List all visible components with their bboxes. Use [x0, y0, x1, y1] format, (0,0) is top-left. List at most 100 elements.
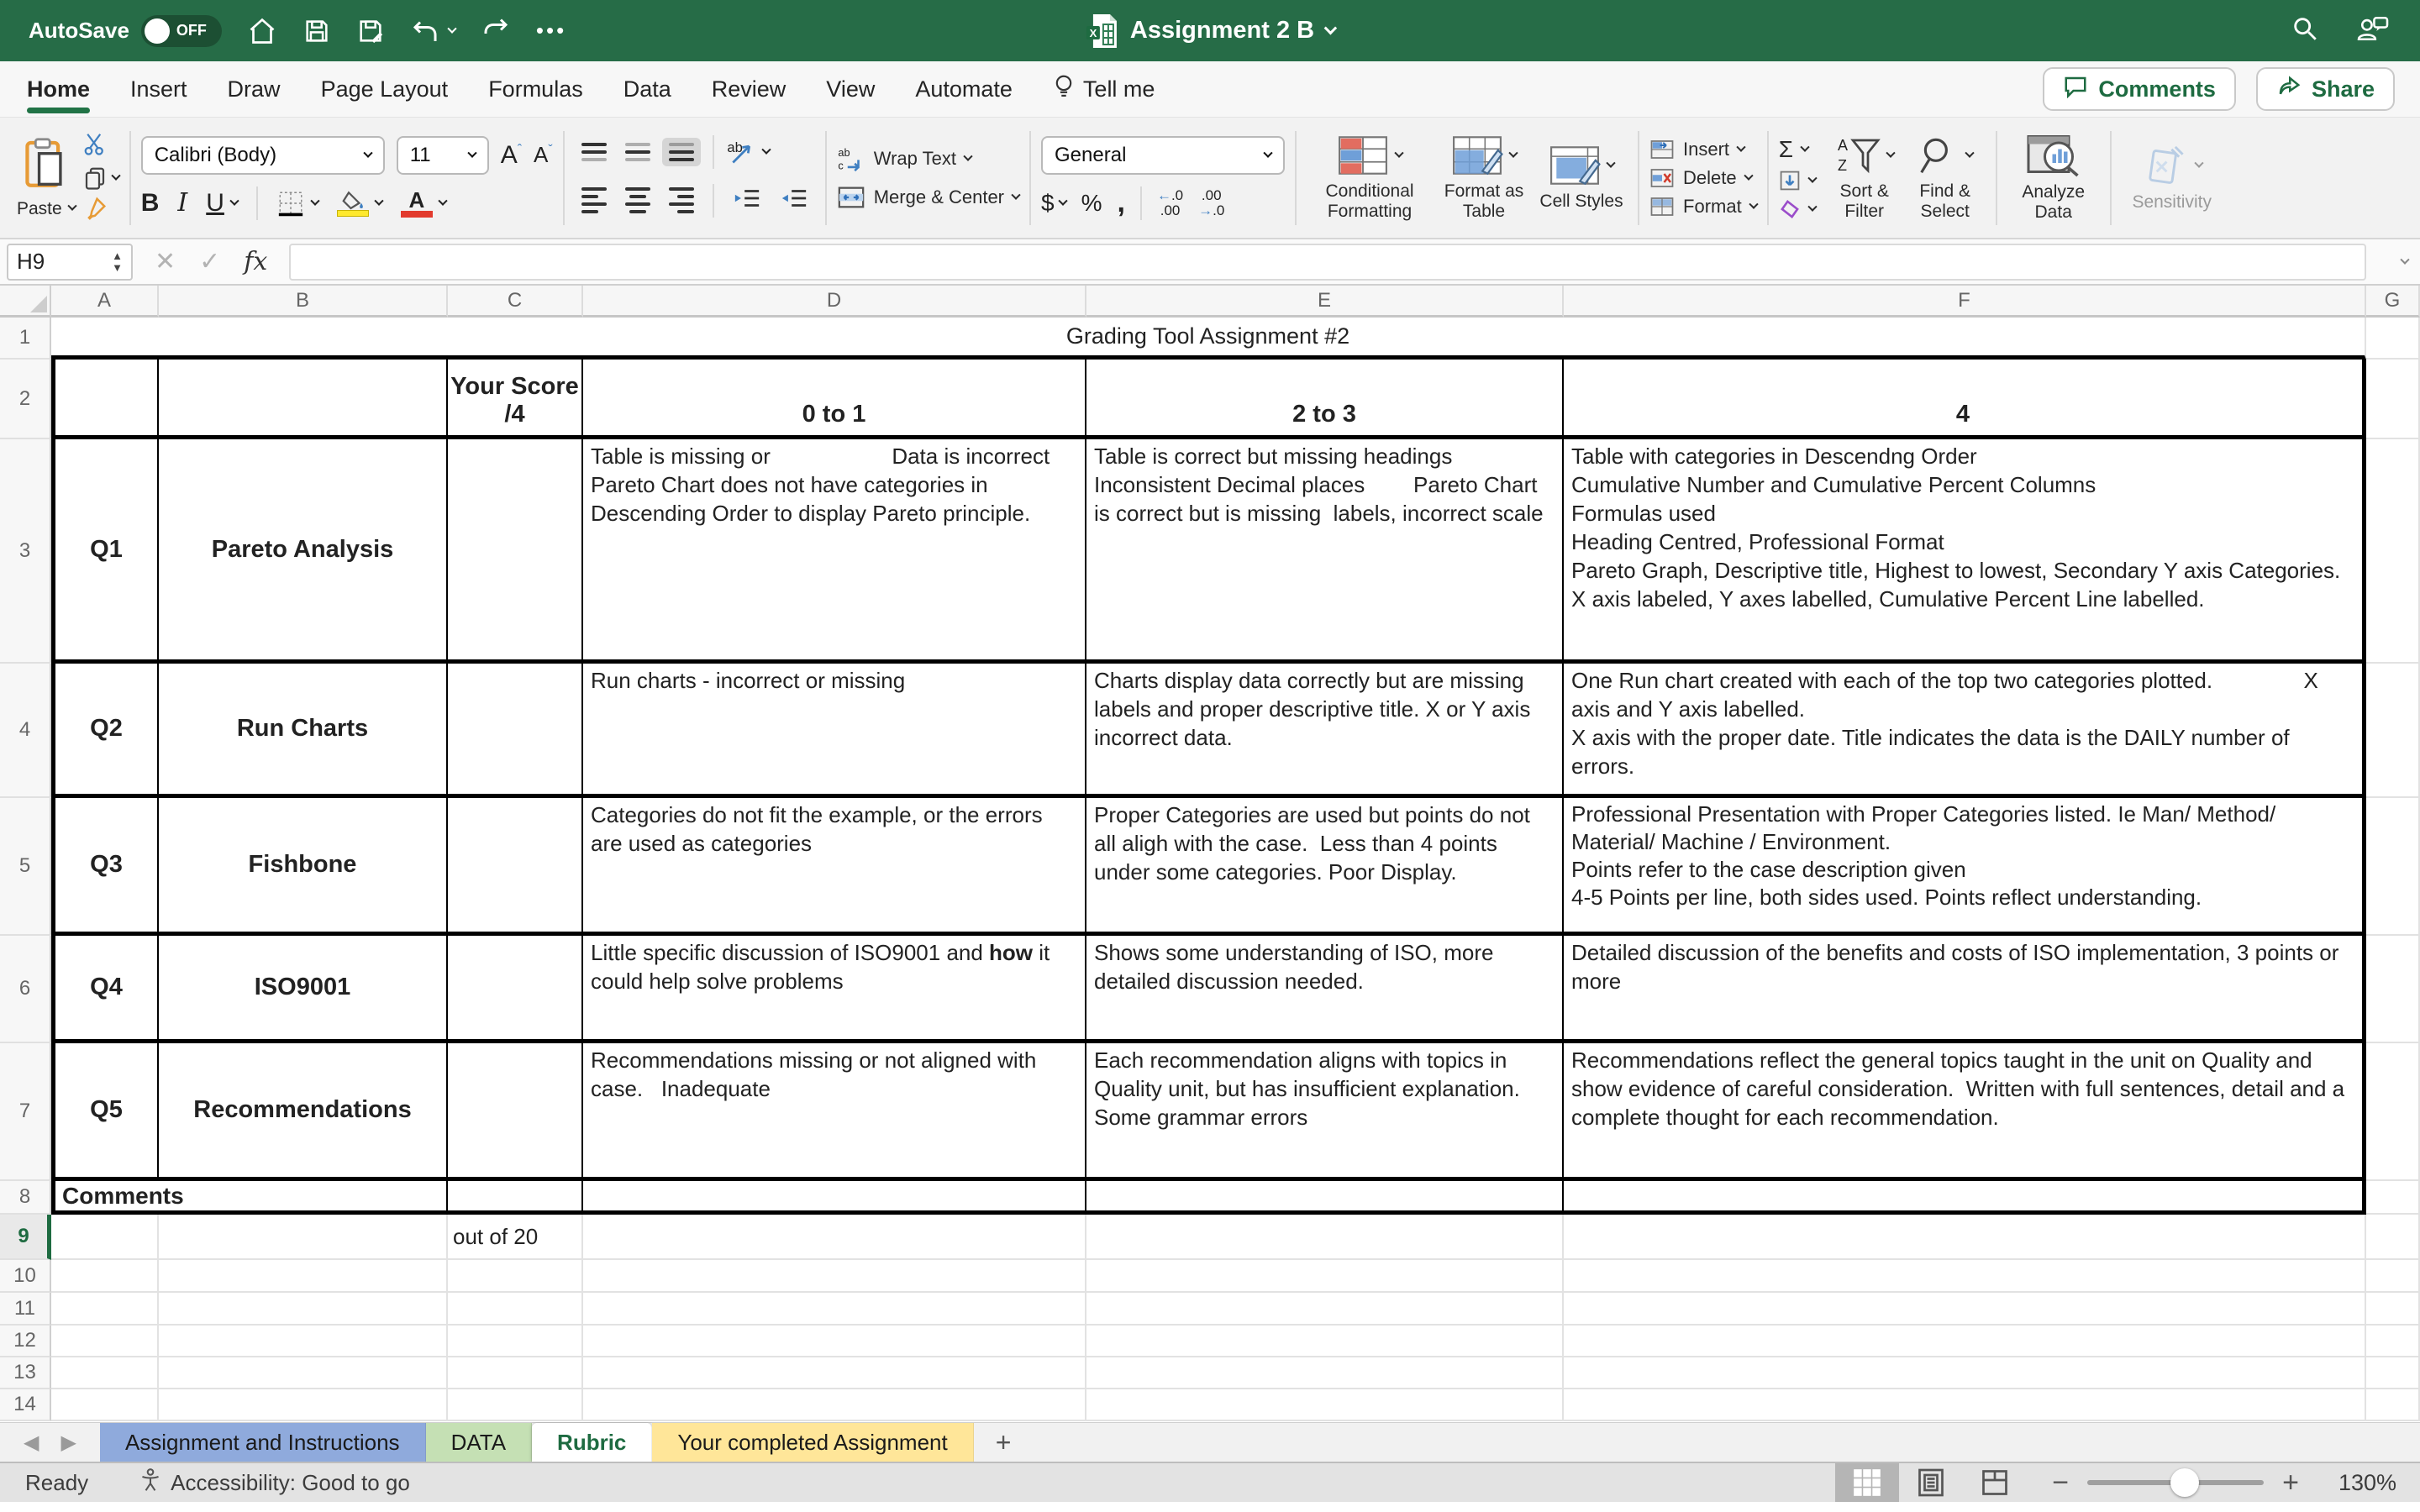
- question-cell[interactable]: Q5: [51, 1043, 159, 1181]
- autosave-toggle[interactable]: OFF: [141, 15, 222, 47]
- question-cell[interactable]: Q4: [51, 936, 159, 1043]
- sheet-tab-assignment-and-instructions[interactable]: Assignment and Instructions: [100, 1423, 426, 1462]
- more-commands-icon[interactable]: •••: [536, 18, 566, 44]
- criterion-name-cell[interactable]: Run Charts: [159, 664, 448, 798]
- row-header-active[interactable]: 9: [0, 1215, 51, 1260]
- empty-cell[interactable]: [159, 1215, 448, 1260]
- out-of-cell[interactable]: out of 20: [448, 1215, 583, 1260]
- empty-cell[interactable]: [583, 1181, 1086, 1215]
- select-all-corner[interactable]: [0, 286, 51, 318]
- col-header-g[interactable]: G: [2366, 286, 2420, 318]
- comments-button[interactable]: Comments: [2043, 67, 2236, 111]
- empty-cell[interactable]: [159, 1260, 448, 1293]
- empty-cell[interactable]: [1564, 1357, 2366, 1389]
- empty-cell[interactable]: [583, 1260, 1086, 1293]
- document-title[interactable]: Assignment 2 B: [1130, 17, 1314, 45]
- empty-cell[interactable]: [448, 1326, 583, 1357]
- rubric-text-cell[interactable]: Recommendations reflect the general topi…: [1564, 1043, 2366, 1181]
- empty-cell[interactable]: [1086, 1326, 1564, 1357]
- fill-button[interactable]: [1779, 170, 1816, 192]
- share-presence-icon[interactable]: [2356, 14, 2390, 47]
- band-header-cell[interactable]: 2 to 3: [1086, 360, 1564, 439]
- empty-cell[interactable]: [1086, 1293, 1564, 1326]
- zoom-slider-knob[interactable]: [2170, 1468, 2199, 1497]
- tab-view[interactable]: View: [826, 61, 875, 117]
- rubric-text-cell[interactable]: Little specific discussion of ISO9001 an…: [583, 936, 1086, 1043]
- question-cell[interactable]: Q2: [51, 664, 159, 798]
- row-header[interactable]: 6: [0, 936, 51, 1043]
- empty-cell[interactable]: [448, 1389, 583, 1421]
- sheet-tab-your-completed-assignment[interactable]: Your completed Assignment: [652, 1423, 973, 1462]
- empty-cell[interactable]: [2366, 1389, 2420, 1421]
- cell-styles-button[interactable]: Cell Styles: [1535, 144, 1628, 212]
- formula-bar-collapse-icon[interactable]: [2400, 255, 2409, 264]
- align-middle-button[interactable]: [618, 138, 657, 166]
- empty-cell[interactable]: [448, 1357, 583, 1389]
- format-as-table-button[interactable]: Format as Table: [1433, 134, 1535, 221]
- sort-filter-button[interactable]: AZ Sort & Filter: [1824, 134, 1905, 221]
- underline-button[interactable]: U: [206, 189, 238, 218]
- empty-cell[interactable]: [1086, 1389, 1564, 1421]
- tab-draw[interactable]: Draw: [228, 61, 281, 117]
- decrease-decimal-button[interactable]: .00→.0: [1198, 188, 1224, 218]
- align-center-button[interactable]: [618, 182, 657, 218]
- empty-cell[interactable]: [1564, 1293, 2366, 1326]
- name-box[interactable]: H9 ▲▼: [7, 244, 133, 281]
- row-header[interactable]: 1: [0, 318, 51, 360]
- row-header[interactable]: 13: [0, 1357, 51, 1389]
- normal-view-button[interactable]: [1835, 1463, 1899, 1502]
- rubric-text-cell[interactable]: Shows some understanding of ISO, more de…: [1086, 936, 1564, 1043]
- percent-button[interactable]: %: [1081, 190, 1102, 217]
- home-icon[interactable]: [247, 16, 277, 46]
- italic-button[interactable]: I: [177, 188, 187, 218]
- empty-cell[interactable]: [2366, 1326, 2420, 1357]
- row-header[interactable]: 11: [0, 1293, 51, 1326]
- empty-cell[interactable]: [448, 1260, 583, 1293]
- empty-cell[interactable]: [51, 1326, 159, 1357]
- col-header-f[interactable]: F: [1564, 286, 2366, 318]
- criterion-name-cell[interactable]: Recommendations: [159, 1043, 448, 1181]
- insert-cells-button[interactable]: Insert: [1649, 139, 1757, 160]
- font-color-button[interactable]: A: [401, 189, 446, 218]
- score-cell[interactable]: [448, 1043, 583, 1181]
- empty-cell[interactable]: [583, 1389, 1086, 1421]
- band-header-cell[interactable]: 4: [1564, 360, 2366, 439]
- number-format-select[interactable]: General: [1041, 136, 1285, 175]
- empty-cell[interactable]: [2366, 664, 2420, 798]
- criterion-name-cell[interactable]: Fishbone: [159, 798, 448, 936]
- empty-cell[interactable]: [2366, 798, 2420, 936]
- comma-style-button[interactable]: ,: [1118, 186, 1125, 219]
- rubric-text-cell[interactable]: Table is missing or Data is incorrect Pa…: [583, 439, 1086, 664]
- score-cell[interactable]: [448, 439, 583, 664]
- score-header-cell[interactable]: Your Score /4: [448, 360, 583, 439]
- tab-data[interactable]: Data: [623, 61, 671, 117]
- empty-cell[interactable]: [1564, 1260, 2366, 1293]
- col-header-d[interactable]: D: [583, 286, 1086, 318]
- undo-icon[interactable]: [410, 16, 440, 46]
- format-cells-button[interactable]: Format: [1649, 196, 1757, 218]
- conditional-formatting-button[interactable]: Conditional Formatting: [1307, 134, 1433, 221]
- add-sheet-button[interactable]: +: [974, 1423, 1034, 1462]
- rubric-text-cell[interactable]: Categories do not fit the example, or th…: [583, 798, 1086, 936]
- rubric-text-cell[interactable]: Each recommendation aligns with topics i…: [1086, 1043, 1564, 1181]
- rubric-text-cell[interactable]: Detailed discussion of the benefits and …: [1564, 936, 2366, 1043]
- empty-cell[interactable]: [159, 1293, 448, 1326]
- empty-cell[interactable]: [1086, 1215, 1564, 1260]
- rubric-text-cell[interactable]: Proper Categories are used but points do…: [1086, 798, 1564, 936]
- sheet-tab-rubric[interactable]: Rubric: [532, 1423, 652, 1462]
- rubric-text-cell[interactable]: Recommendations missing or not aligned w…: [583, 1043, 1086, 1181]
- accessibility-status[interactable]: Accessibility: Good to go: [171, 1470, 410, 1496]
- col-header-e[interactable]: E: [1086, 286, 1564, 318]
- empty-cell[interactable]: [1564, 1389, 2366, 1421]
- zoom-out-button[interactable]: −: [2052, 1467, 2069, 1499]
- empty-cell[interactable]: [1564, 1215, 2366, 1260]
- grow-font-button[interactable]: Aˆ: [501, 141, 522, 170]
- empty-cell[interactable]: [51, 1389, 159, 1421]
- empty-cell[interactable]: [51, 1357, 159, 1389]
- zoom-in-button[interactable]: +: [2282, 1467, 2299, 1499]
- tab-automate[interactable]: Automate: [915, 61, 1013, 117]
- align-right-button[interactable]: [662, 182, 701, 218]
- increase-decimal-button[interactable]: ←.0.00: [1157, 188, 1183, 218]
- empty-cell[interactable]: [583, 1326, 1086, 1357]
- increase-indent-button[interactable]: [773, 181, 815, 220]
